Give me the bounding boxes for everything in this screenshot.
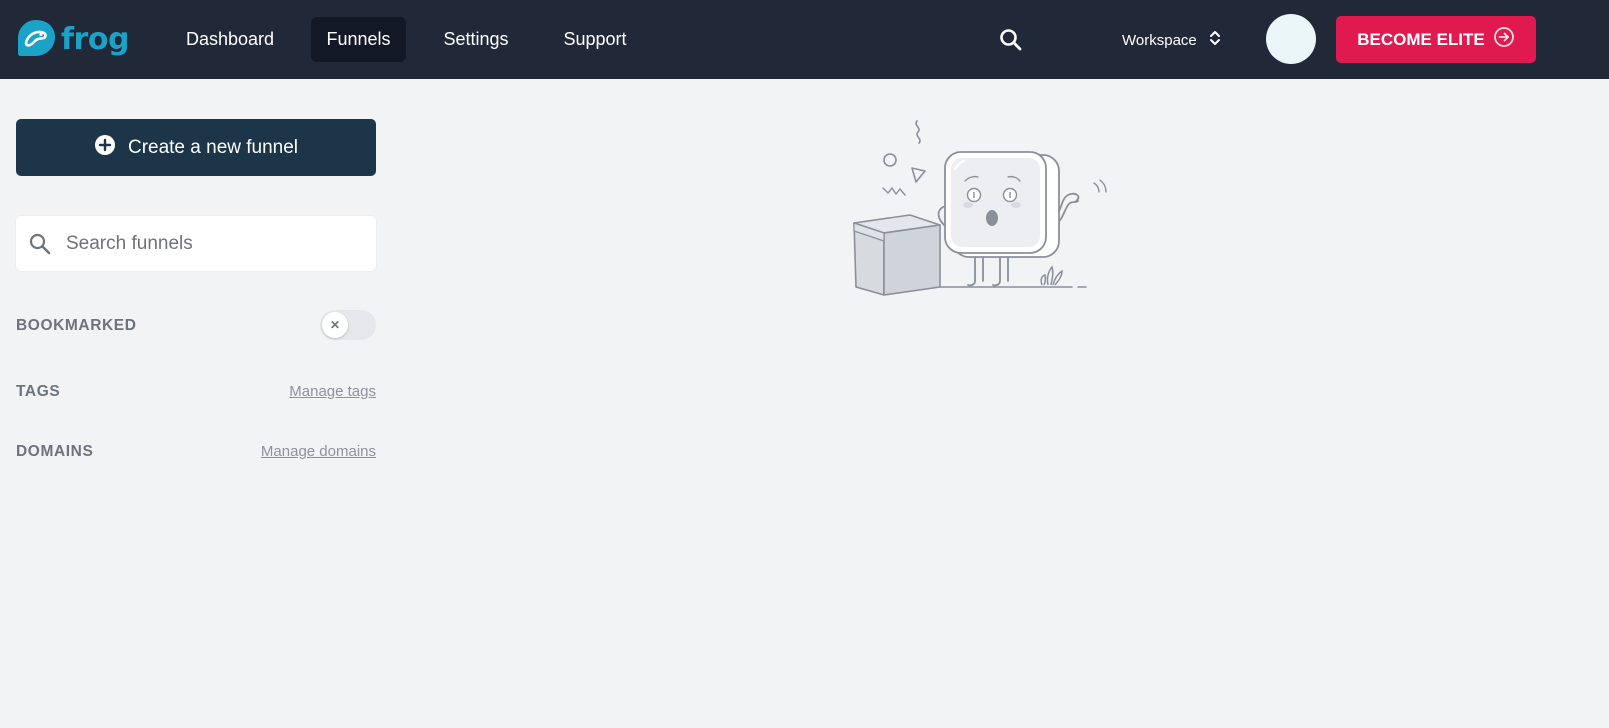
become-elite-label: BECOME ELITE — [1357, 29, 1485, 49]
chevron-updown-icon — [1209, 29, 1221, 51]
nav-support-label: Support — [563, 29, 627, 49]
plus-circle-icon — [94, 134, 116, 162]
create-funnel-button[interactable]: Create a new funnel — [16, 119, 376, 176]
create-funnel-label: Create a new funnel — [127, 136, 299, 158]
brand-logo[interactable]: frog — [15, 17, 129, 64]
frog-logo-icon — [15, 17, 57, 64]
search-funnels-input[interactable] — [66, 232, 356, 255]
workspace-selector[interactable]: Workspace — [1122, 27, 1221, 53]
search-icon — [28, 232, 52, 256]
search-icon[interactable] — [998, 27, 1024, 53]
nav-funnels-label: Funnels — [326, 29, 391, 49]
empty-box-character-illustration — [850, 115, 1120, 305]
nav-settings[interactable]: Settings — [434, 17, 518, 62]
arrow-circle-right-icon — [1493, 26, 1515, 53]
nav-funnels[interactable]: Funnels — [311, 17, 406, 62]
brand-name: frog — [61, 21, 129, 57]
toggle-off-x-icon: ✕ — [322, 312, 348, 338]
bookmarked-label: BOOKMARKED — [16, 317, 137, 334]
manage-domains-link[interactable]: Manage domains — [261, 443, 376, 460]
manage-tags-link[interactable]: Manage tags — [289, 383, 376, 400]
nav-dashboard-label: Dashboard — [185, 29, 275, 49]
search-funnels-field[interactable] — [16, 216, 376, 271]
tags-label: TAGS — [16, 383, 61, 400]
domains-label: DOMAINS — [16, 443, 94, 460]
avatar[interactable] — [1266, 14, 1316, 64]
nav-settings-label: Settings — [443, 29, 509, 49]
nav-dashboard[interactable]: Dashboard — [179, 17, 281, 62]
nav-support[interactable]: Support — [554, 17, 636, 62]
become-elite-button[interactable]: BECOME ELITE — [1336, 16, 1536, 63]
bookmarked-toggle[interactable]: ✕ — [320, 310, 376, 340]
workspace-label: Workspace — [1122, 31, 1197, 49]
top-navigation-bar: frog Dashboard Funnels Settings Support … — [0, 0, 1609, 79]
